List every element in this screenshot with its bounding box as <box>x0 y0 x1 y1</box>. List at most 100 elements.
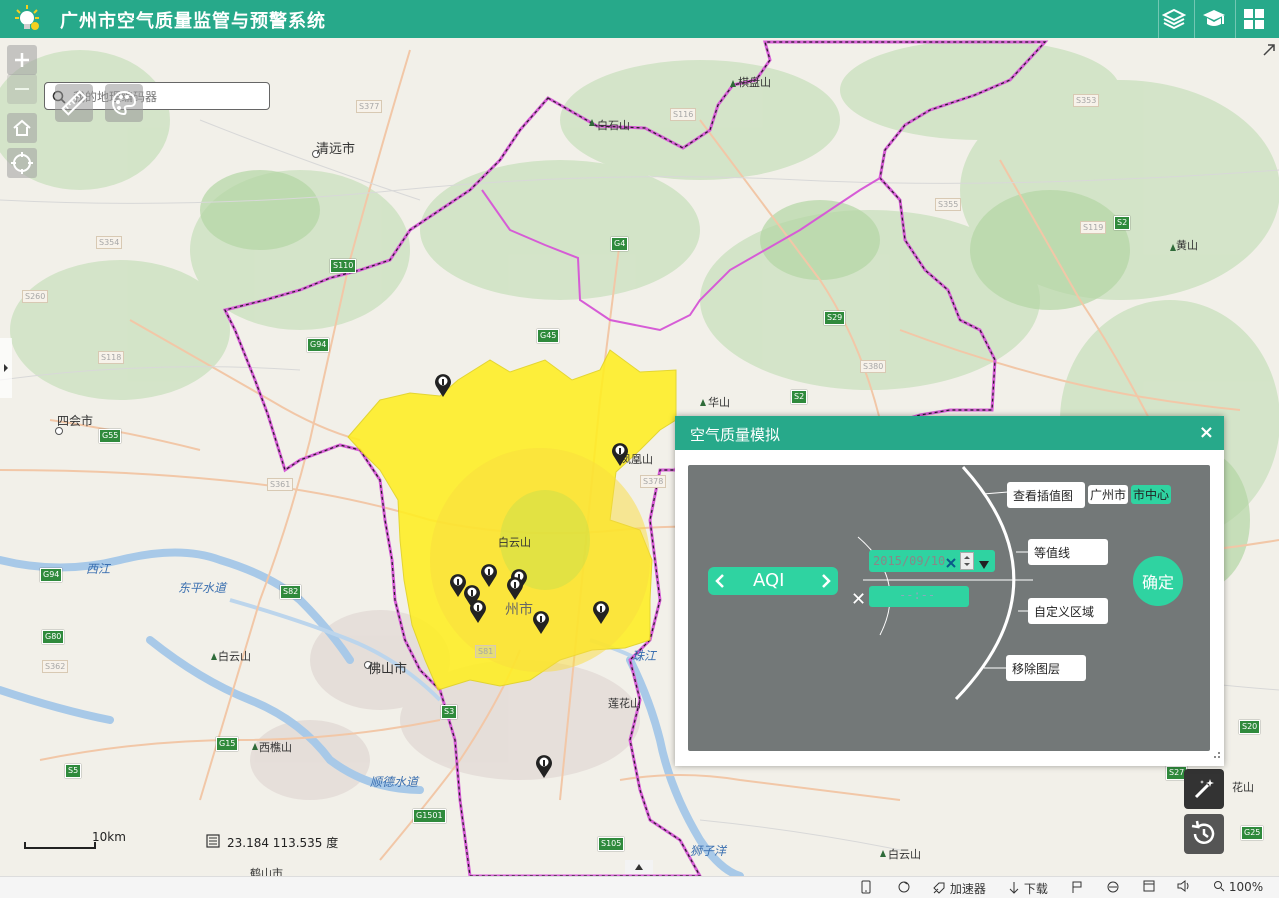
road-shield: S119 <box>1080 221 1107 234</box>
ie-icon[interactable] <box>1106 880 1120 897</box>
custom-region-button[interactable]: 自定义区域 <box>1028 598 1108 624</box>
date-picker[interactable] <box>869 550 995 572</box>
road-shield: S3 <box>441 705 458 719</box>
app-title: 广州市空气质量监管与预警系统 <box>60 11 326 32</box>
label-sihui: 四会市 <box>57 414 94 428</box>
chevron-right-icon[interactable] <box>816 569 836 593</box>
road-shield: G94 <box>307 338 330 352</box>
palette-icon[interactable] <box>105 84 143 122</box>
station-pin-icon[interactable] <box>531 609 551 635</box>
road-shield: S380 <box>860 360 887 373</box>
bottom-drawer-toggle[interactable] <box>625 860 653 874</box>
label-huashan-e: 花山 <box>1232 781 1254 794</box>
road-shield: G25 <box>1241 826 1264 840</box>
side-panel-toggle[interactable] <box>0 338 12 398</box>
road-shield: G1501 <box>413 809 446 823</box>
road-shield: G55 <box>99 429 122 443</box>
confirm-button[interactable]: 确定 <box>1133 556 1183 606</box>
scale-bar-label: 10km <box>92 830 126 844</box>
panel-body: AQI ✕ --:-- 查看插值图 广州市 市中心 等值线 自定义区域 移除图层 <box>688 465 1210 751</box>
time-input[interactable]: --:-- <box>899 588 935 602</box>
station-pin-icon[interactable] <box>610 441 630 467</box>
air-quality-simulation-panel: 空气质量模拟 × AQI 2015/09/10 ✕ --:-- 查看插值图 广州… <box>675 416 1224 766</box>
road-shield: G45 <box>537 329 560 343</box>
road-shield: S377 <box>356 100 383 113</box>
road-shield: G94 <box>40 568 63 582</box>
contour-button[interactable]: 等值线 <box>1028 539 1108 565</box>
app-header: 广州市空气质量监管与预警系统 <box>0 0 1279 38</box>
locate-icon[interactable] <box>7 148 37 178</box>
label-huangshan: 黄山 <box>1176 239 1198 252</box>
expand-icon[interactable] <box>1262 42 1276 61</box>
label-shiziyang: 狮子洋 <box>690 844 727 858</box>
zoom-label: 100% <box>1228 880 1264 894</box>
station-pin-icon[interactable] <box>468 598 488 624</box>
header-divider <box>1235 0 1236 38</box>
label-baishishan: 白石山 <box>597 119 630 132</box>
label-xiqiaoshan: 西樵山 <box>259 741 292 754</box>
city-tag[interactable]: 广州市 <box>1088 485 1129 504</box>
zoom-in-button[interactable] <box>7 45 37 75</box>
mobile-icon[interactable] <box>861 880 871 897</box>
road-shield: G15 <box>216 737 239 751</box>
road-shield: G4 <box>611 237 629 251</box>
date-spinner[interactable] <box>960 552 974 570</box>
zoom-level[interactable]: 100% <box>1213 880 1263 894</box>
time-picker[interactable]: --:-- <box>869 586 969 607</box>
road-shield: S118 <box>98 351 125 364</box>
station-pin-icon[interactable] <box>534 753 554 779</box>
date-input[interactable] <box>873 552 957 570</box>
label-lianhuashan: 莲花山 <box>608 697 641 710</box>
refresh-icon[interactable] <box>897 880 911 897</box>
search-input[interactable] <box>71 86 265 108</box>
layers-icon[interactable] <box>1158 3 1190 35</box>
label-baiyunshan-s: 白云山 <box>888 848 921 861</box>
clear-date-icon[interactable] <box>946 553 956 572</box>
label-shunde: 顺德水道 <box>370 775 419 789</box>
coordinates-icon <box>206 833 220 852</box>
window-icon[interactable] <box>1143 880 1155 895</box>
road-shield: S5 <box>65 764 82 778</box>
home-icon[interactable] <box>7 113 37 143</box>
speaker-icon[interactable] <box>1177 880 1191 895</box>
download-button[interactable]: 下载 <box>1008 880 1048 897</box>
label-huashan: 华山 <box>708 396 730 409</box>
label-qingyuan: 清远市 <box>316 142 356 157</box>
accelerator-button[interactable]: 加速器 <box>932 880 986 897</box>
history-icon[interactable] <box>1184 814 1224 854</box>
road-shield: S110 <box>330 259 357 273</box>
label-guangzhou: 州市 <box>505 602 533 618</box>
label-xijiang: 西江 <box>86 562 111 576</box>
road-shield: S29 <box>824 311 846 325</box>
mountain-icon <box>589 119 595 126</box>
panel-title: 空气质量模拟 <box>690 426 781 444</box>
zoom-out-button[interactable] <box>7 74 37 104</box>
resize-handle[interactable] <box>1213 744 1221 763</box>
view-interpolation-button[interactable]: 查看插值图 <box>1007 482 1085 508</box>
close-icon[interactable]: × <box>1199 422 1214 443</box>
cancel-x-icon[interactable]: ✕ <box>851 589 866 610</box>
label-dongping: 东平水道 <box>178 581 227 595</box>
flag-icon[interactable] <box>1071 880 1083 897</box>
station-pin-icon[interactable] <box>433 372 453 398</box>
browser-status-bar: 加速器 下载 100% <box>0 876 1279 898</box>
ruler-icon[interactable] <box>55 84 93 122</box>
station-pin-icon[interactable] <box>479 562 499 588</box>
download-icon <box>1009 882 1019 894</box>
station-pin-icon[interactable] <box>591 599 611 625</box>
grid-apps-icon[interactable] <box>1238 3 1270 35</box>
chevron-left-icon[interactable] <box>710 569 730 593</box>
label-baiyunshan-c: 白云山 <box>498 536 531 549</box>
dropdown-arrow-icon[interactable] <box>979 555 989 574</box>
wand-icon[interactable] <box>1184 769 1224 809</box>
graduation-cap-icon[interactable] <box>1198 3 1230 35</box>
station-pin-icon[interactable] <box>505 575 525 601</box>
label-foshan: 佛山市 <box>368 662 408 677</box>
magnifier-icon <box>1214 881 1225 892</box>
mountain-icon <box>880 850 886 857</box>
remove-layer-button[interactable]: 移除图层 <box>1006 655 1086 681</box>
road-shield: S82 <box>280 585 302 599</box>
road-shield: G80 <box>42 630 65 644</box>
label-heshanshi: 鹤山市 <box>250 867 283 876</box>
city-center-tag[interactable]: 市中心 <box>1131 485 1172 504</box>
